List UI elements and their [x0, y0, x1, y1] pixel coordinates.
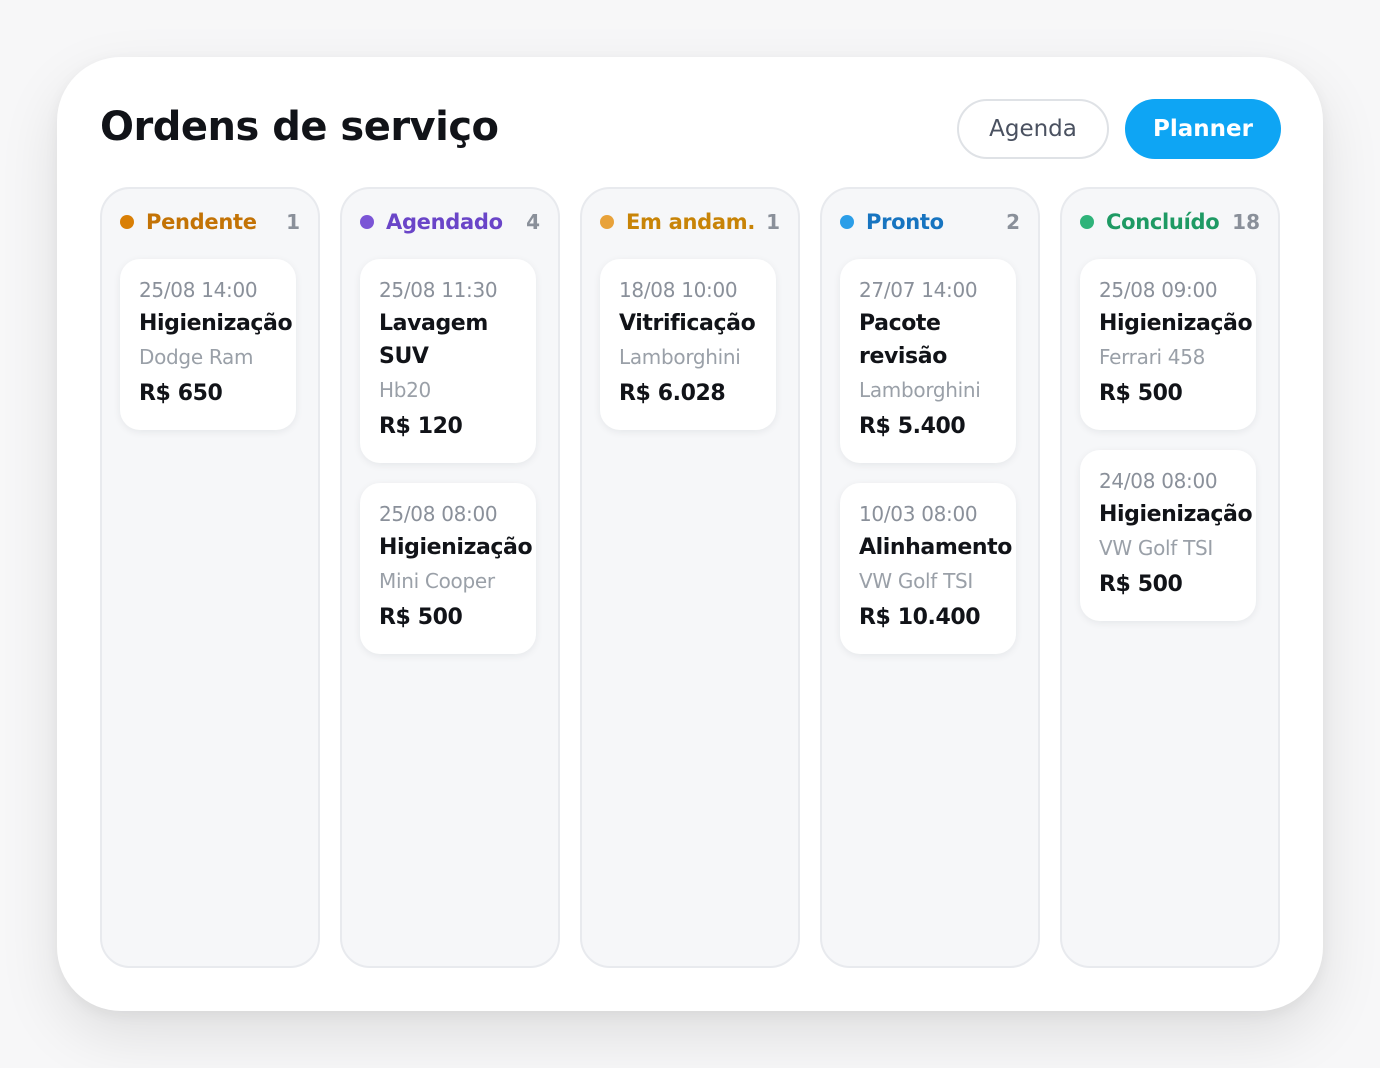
column-pendente: Pendente 1 25/08 14:00 Higienização Dodg…: [100, 187, 320, 968]
kanban-board: Pendente 1 25/08 14:00 Higienização Dodg…: [100, 187, 1280, 968]
view-toggle: Agenda Planner: [957, 99, 1281, 159]
agenda-view-button[interactable]: Agenda: [957, 99, 1109, 159]
card-service: Higienização: [379, 535, 533, 560]
column-concluido: Concluído 18 25/08 09:00 Higienização Fe…: [1060, 187, 1280, 968]
card-date: 25/08 08:00: [379, 502, 498, 526]
card-vehicle: Hb20: [379, 378, 431, 402]
order-card[interactable]: 25/08 09:00 Higienização Ferrari 458 R$ …: [1080, 259, 1256, 430]
column-title: Agendado: [386, 210, 503, 234]
order-card[interactable]: 25/08 11:30 Lavagem SUV Hb20 R$ 120: [360, 259, 536, 463]
card-service: Lavagem SUV: [379, 311, 488, 369]
order-card[interactable]: 24/08 08:00 Higienização VW Golf TSI R$ …: [1080, 450, 1256, 621]
card-vehicle: VW Golf TSI: [859, 569, 974, 593]
column-title: Concluído: [1106, 210, 1220, 234]
card-vehicle: VW Golf TSI: [1099, 536, 1214, 560]
column-header: Em andam. 1: [600, 209, 780, 235]
card-vehicle: Dodge Ram: [139, 345, 254, 369]
card-price: R$ 500: [379, 605, 463, 630]
status-dot-icon: [360, 215, 374, 229]
column-header: Pendente 1: [120, 209, 300, 235]
page-title: Ordens de serviço: [100, 104, 499, 150]
column-em-andamento: Em andam. 1 18/08 10:00 Vitrificação Lam…: [580, 187, 800, 968]
card-price: R$ 500: [1099, 572, 1183, 597]
column-header: Agendado 4: [360, 209, 540, 235]
card-date: 25/08 11:30: [379, 278, 498, 302]
card-vehicle: Mini Cooper: [379, 569, 495, 593]
card-service: Higienização: [139, 311, 293, 336]
column-count: 2: [1006, 210, 1020, 234]
column-count: 4: [526, 210, 540, 234]
card-price: R$ 650: [139, 381, 223, 406]
column-title: Pronto: [866, 210, 944, 234]
status-dot-icon: [600, 215, 614, 229]
card-vehicle: Ferrari 458: [1099, 345, 1206, 369]
card-date: 24/08 08:00: [1099, 469, 1218, 493]
column-count: 1: [766, 210, 780, 234]
order-card[interactable]: 27/07 14:00 Pacote revisão Lamborghini R…: [840, 259, 1016, 463]
status-dot-icon: [840, 215, 854, 229]
status-dot-icon: [1080, 215, 1094, 229]
card-service: Vitrificação: [619, 311, 756, 336]
card-date: 25/08 09:00: [1099, 278, 1218, 302]
card-price: R$ 6.028: [619, 381, 726, 406]
card-date: 25/08 14:00: [139, 278, 258, 302]
order-card[interactable]: 18/08 10:00 Vitrificação Lamborghini R$ …: [600, 259, 776, 430]
card-service: Higienização: [1099, 311, 1253, 336]
card-price: R$ 120: [379, 414, 463, 439]
status-dot-icon: [120, 215, 134, 229]
column-agendado: Agendado 4 25/08 11:30 Lavagem SUV Hb20 …: [340, 187, 560, 968]
column-title: Em andam.: [626, 210, 756, 234]
column-count: 18: [1232, 210, 1260, 234]
card-date: 10/03 08:00: [859, 502, 978, 526]
order-card[interactable]: 25/08 08:00 Higienização Mini Cooper R$ …: [360, 483, 536, 654]
card-service: Pacote revisão: [859, 311, 947, 369]
card-date: 27/07 14:00: [859, 278, 978, 302]
column-count: 1: [286, 210, 300, 234]
card-date: 18/08 10:00: [619, 278, 738, 302]
column-header: Pronto 2: [840, 209, 1020, 235]
column-title: Pendente: [146, 210, 257, 234]
card-price: R$ 500: [1099, 381, 1183, 406]
column-pronto: Pronto 2 27/07 14:00 Pacote revisão Lamb…: [820, 187, 1040, 968]
card-price: R$ 10.400: [859, 605, 981, 630]
card-price: R$ 5.400: [859, 414, 966, 439]
card-vehicle: Lamborghini: [859, 378, 981, 402]
card-service: Higienização: [1099, 502, 1253, 527]
service-orders-panel: Ordens de serviço Agenda Planner Pendent…: [57, 57, 1323, 1011]
order-card[interactable]: 25/08 14:00 Higienização Dodge Ram R$ 65…: [120, 259, 296, 430]
card-service: Alinhamento: [859, 535, 1013, 560]
order-card[interactable]: 10/03 08:00 Alinhamento VW Golf TSI R$ 1…: [840, 483, 1016, 654]
planner-view-button[interactable]: Planner: [1125, 99, 1281, 159]
column-header: Concluído 18: [1080, 209, 1260, 235]
card-vehicle: Lamborghini: [619, 345, 741, 369]
